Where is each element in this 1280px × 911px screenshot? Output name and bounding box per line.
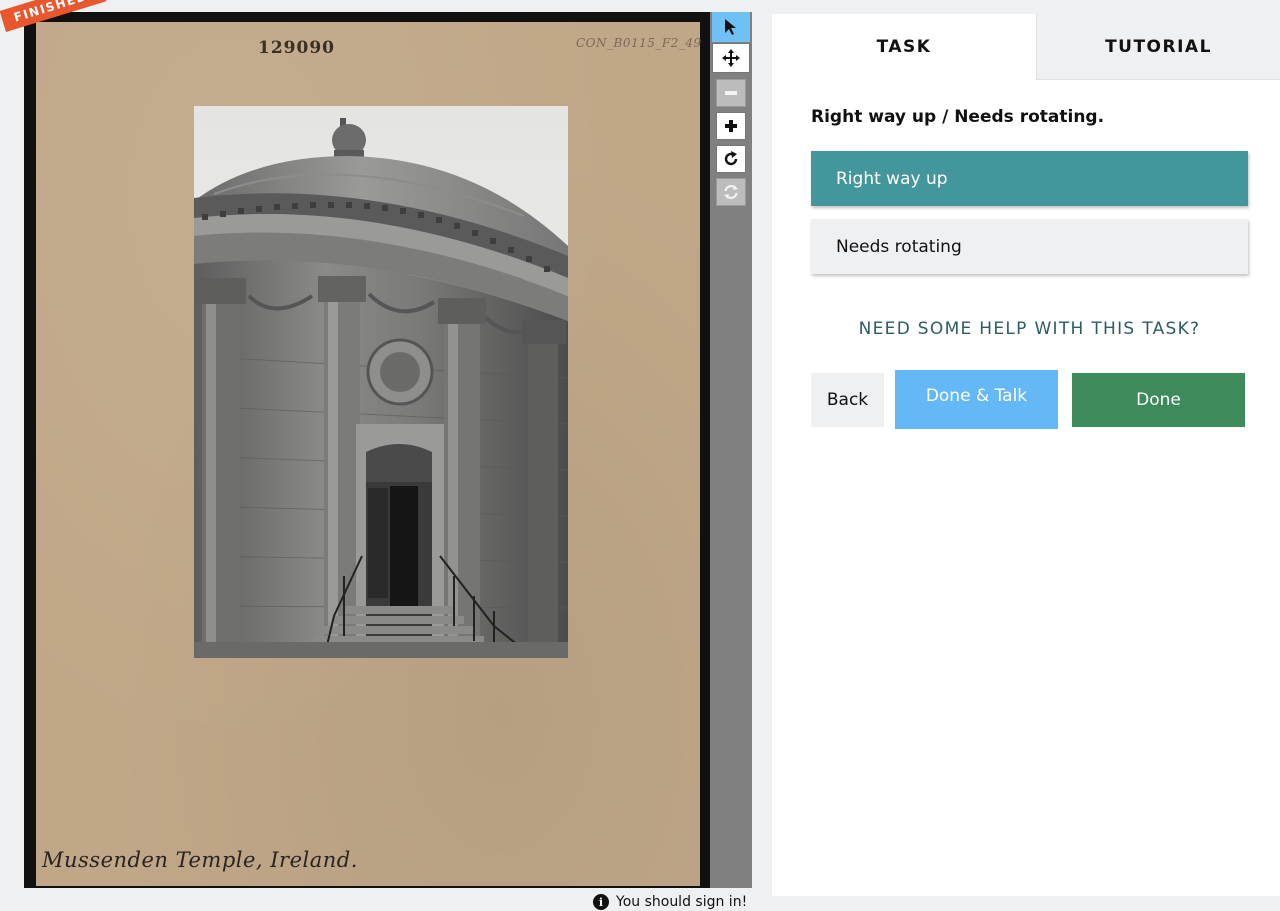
- answer-needs-rotating[interactable]: Needs rotating: [811, 219, 1248, 274]
- viewer-toolbar: [710, 12, 752, 888]
- zoom-out-button[interactable]: [716, 79, 746, 107]
- zoom-out-icon: [725, 91, 737, 95]
- sign-in-text: You should sign in!: [616, 894, 748, 910]
- zoom-in-icon: [725, 120, 737, 132]
- card-number: 129090: [258, 38, 335, 58]
- answer-right-way-up[interactable]: Right way up: [811, 151, 1248, 206]
- done-and-talk-button[interactable]: Done & Talk: [895, 370, 1058, 429]
- archive-card: 129090 CON_B0115_F2_49 Mussenden Temple,…: [36, 22, 702, 886]
- answer-label: Needs rotating: [836, 236, 962, 257]
- task-panel: TASK TUTORIAL Right way up / Needs rotat…: [772, 14, 1280, 896]
- reset-icon: [724, 185, 738, 199]
- zoom-in-button[interactable]: [716, 112, 746, 140]
- rotate-button[interactable]: [716, 145, 746, 173]
- reset-button[interactable]: [716, 178, 746, 206]
- back-button[interactable]: Back: [811, 373, 884, 427]
- tab-tutorial[interactable]: TUTORIAL: [1036, 14, 1280, 80]
- move-tool-button[interactable]: [712, 43, 750, 73]
- rotate-icon: [724, 151, 738, 166]
- info-icon: i: [593, 894, 609, 910]
- subject-viewer[interactable]: 129090 CON_B0115_F2_49 Mussenden Temple,…: [24, 12, 710, 888]
- card-caption: Mussenden Temple, Ireland.: [42, 848, 358, 872]
- sign-in-notice[interactable]: i You should sign in!: [593, 894, 747, 910]
- subject-photo: [194, 106, 568, 658]
- task-question: Right way up / Needs rotating.: [811, 107, 1105, 127]
- pointer-tool-button[interactable]: [712, 12, 750, 42]
- tab-task[interactable]: TASK: [772, 14, 1036, 80]
- done-button[interactable]: Done: [1072, 373, 1245, 427]
- help-link[interactable]: NEED SOME HELP WITH THIS TASK?: [811, 319, 1248, 339]
- pointer-icon: [725, 19, 736, 35]
- move-icon: [722, 49, 740, 67]
- card-reference: CON_B0115_F2_49: [576, 36, 702, 50]
- mussenden-temple-photo: [194, 106, 568, 658]
- answer-label: Right way up: [836, 168, 948, 189]
